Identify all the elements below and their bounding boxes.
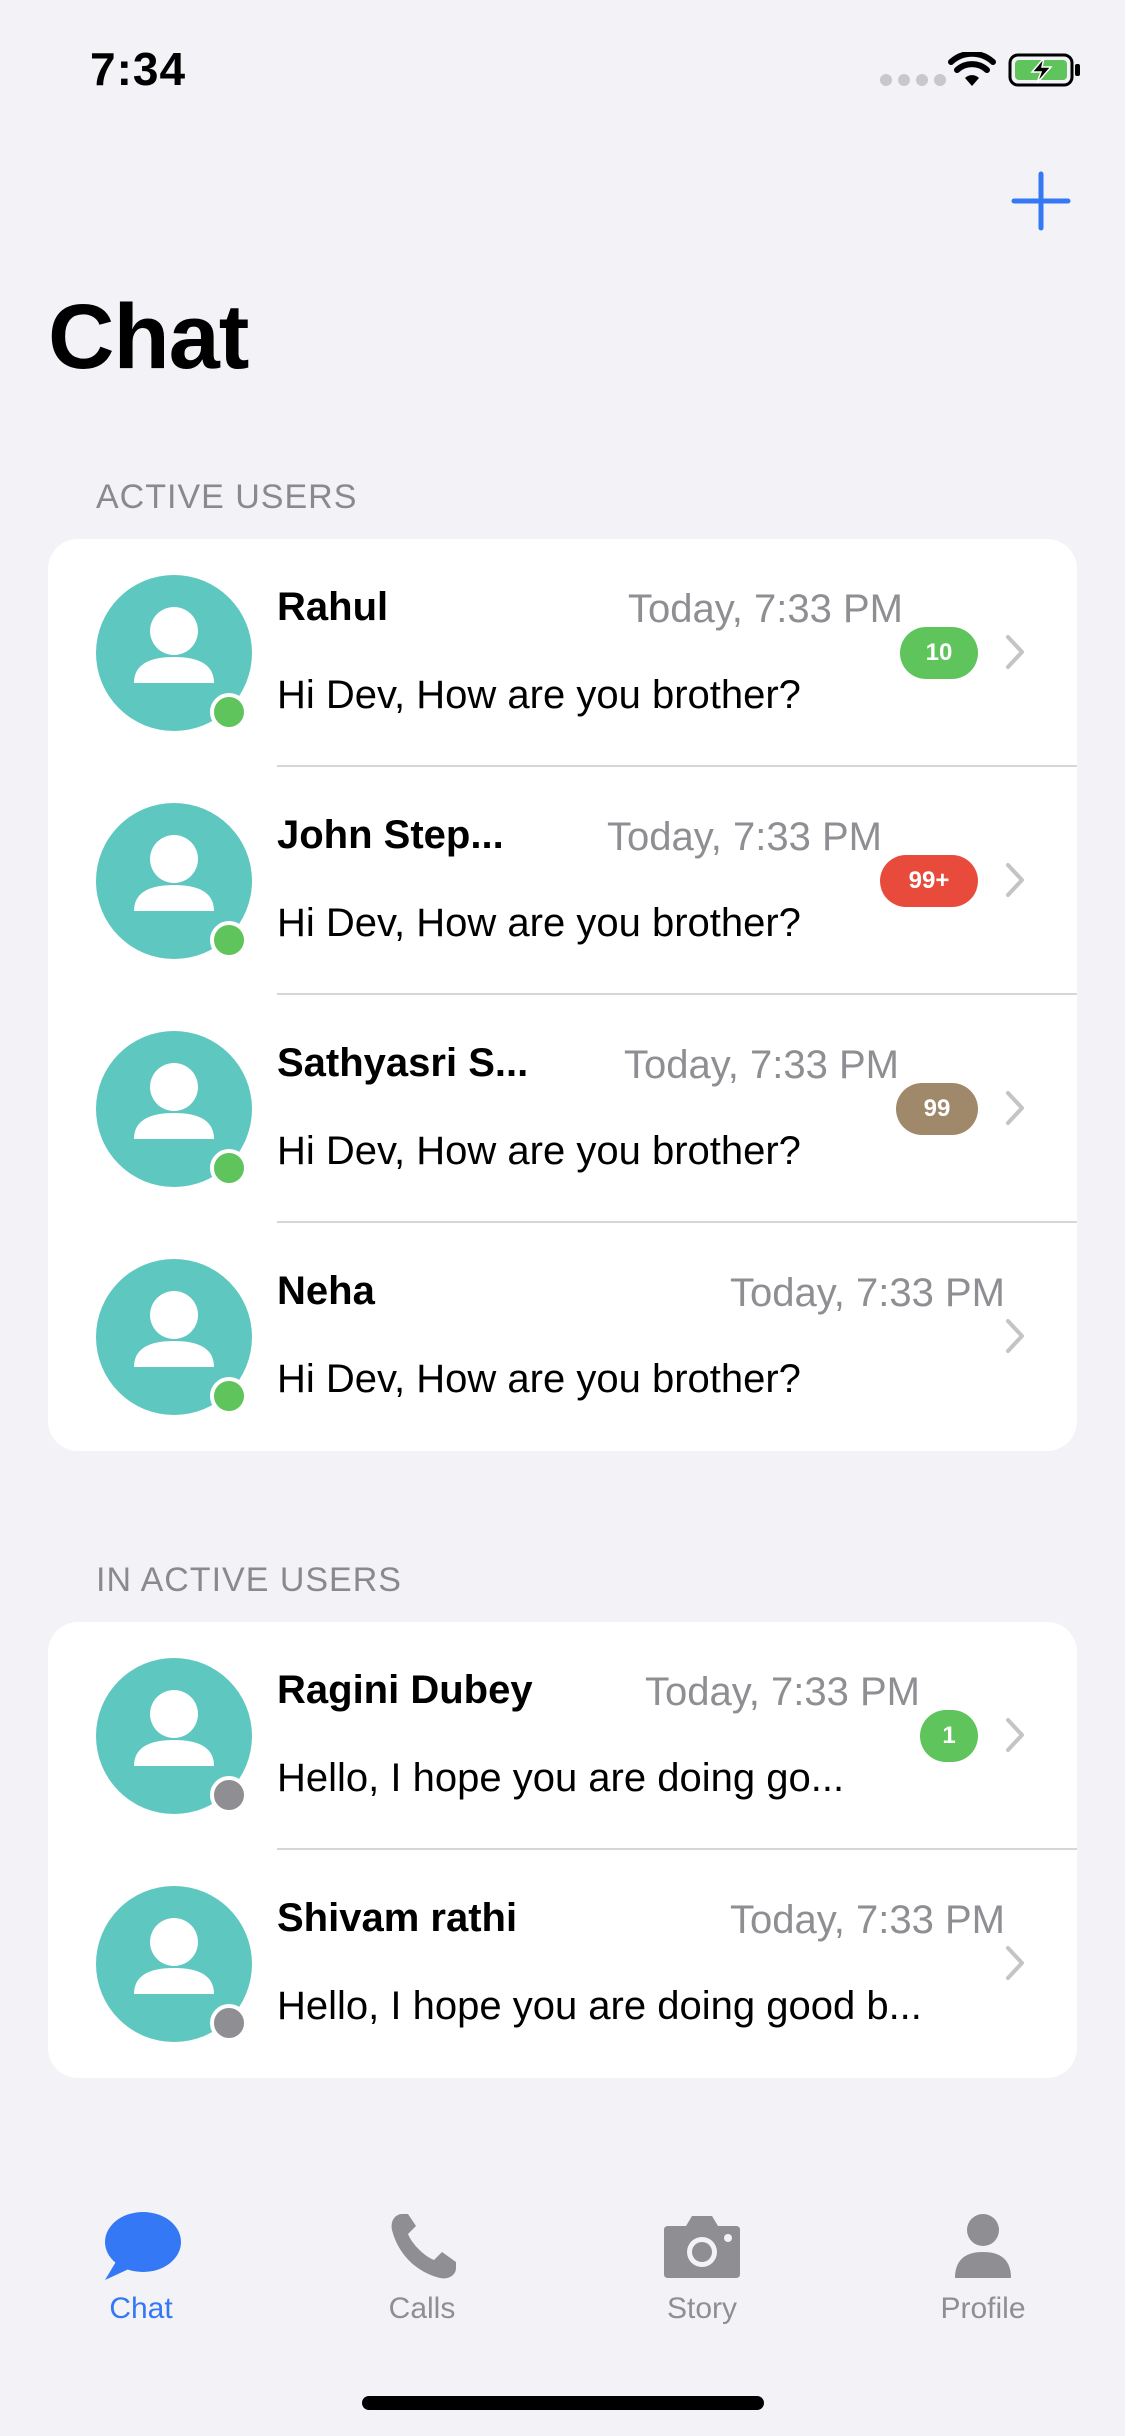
unread-count-badge: 10 [900,627,978,679]
person-icon [955,2214,1011,2278]
status-bar: 7:34 [0,0,1125,140]
contact-name: Shivam rathi [277,1896,518,1940]
offline-status-dot [210,1776,248,1814]
message-preview: Hi Dev, How are you brother? [277,1357,801,1401]
online-status-dot [210,1149,248,1187]
tab-label: Story [666,2292,738,2325]
contact-name: Sathyasri S... [277,1041,529,1085]
chevron-right-icon [1006,635,1024,669]
tab-chat[interactable]: Chat [41,2190,241,2340]
inactive-users-card: Ragini Dubey Today, 7:33 PM Hello, I hop… [48,1622,1077,2078]
page-title: Chat [48,286,249,388]
chat-row[interactable]: Ragini Dubey Today, 7:33 PM Hello, I hop… [48,1622,1077,1850]
tab-profile[interactable]: Profile [883,2190,1083,2340]
message-preview: Hi Dev, How are you brother? [277,1129,801,1173]
tab-story[interactable]: Story [602,2190,802,2340]
phone-icon [391,2214,456,2279]
home-indicator [362,2396,764,2410]
online-status-dot [210,693,248,731]
chat-row[interactable]: John Step... Today, 7:33 PM Hi Dev, How … [48,767,1077,995]
chevron-right-icon [1006,1946,1024,1980]
add-chat-button[interactable] [1010,170,1072,232]
chat-row[interactable]: Sathyasri S... Today, 7:33 PM Hi Dev, Ho… [48,995,1077,1223]
chevron-right-icon [1006,863,1024,897]
unread-count-badge: 99 [896,1083,978,1135]
chat-row[interactable]: Neha Today, 7:33 PM Hi Dev, How are you … [48,1223,1077,1451]
chevron-right-icon [1006,1091,1024,1125]
offline-status-dot [210,2004,248,2042]
status-time: 7:34 [90,43,187,95]
contact-name: Ragini Dubey [277,1668,533,1712]
message-preview: Hi Dev, How are you brother? [277,673,801,717]
message-preview: Hello, I hope you are doing go... [277,1756,845,1800]
online-status-dot [210,1377,248,1415]
tab-label: Calls [388,2292,456,2325]
contact-name: Rahul [277,585,389,629]
chevron-right-icon [1006,1319,1024,1353]
unread-count-badge: 1 [920,1710,978,1762]
message-time: Today, 7:33 PM [730,1898,1005,1942]
battery-charging-icon [1008,53,1080,87]
contact-name: John Step... [277,813,504,857]
message-preview: Hello, I hope you are doing good b... [277,1984,922,2028]
tab-calls[interactable]: Calls [322,2190,522,2340]
message-preview: Hi Dev, How are you brother? [277,901,801,945]
tab-label: Chat [109,2292,173,2325]
message-time: Today, 7:33 PM [624,1043,899,1087]
message-time: Today, 7:33 PM [607,815,882,859]
message-time: Today, 7:33 PM [730,1271,1005,1315]
section-header-active: ACTIVE USERS [96,478,358,516]
chevron-right-icon [1006,1718,1024,1752]
unread-count-badge: 99+ [880,855,978,907]
tab-label: Profile [940,2292,1026,2325]
camera-icon [664,2216,740,2278]
message-time: Today, 7:33 PM [628,587,903,631]
chat-bubble-icon [105,2212,181,2280]
active-users-card: Rahul Today, 7:33 PM Hi Dev, How are you… [48,539,1077,1451]
online-status-dot [210,921,248,959]
chat-row[interactable]: Rahul Today, 7:33 PM Hi Dev, How are you… [48,539,1077,767]
cellular-signal-icon [880,74,946,86]
section-header-inactive: IN ACTIVE USERS [96,1561,402,1599]
wifi-icon [948,52,996,86]
contact-name: Neha [277,1269,375,1313]
message-time: Today, 7:33 PM [645,1670,920,1714]
chat-row[interactable]: Shivam rathi Today, 7:33 PM Hello, I hop… [48,1850,1077,2078]
